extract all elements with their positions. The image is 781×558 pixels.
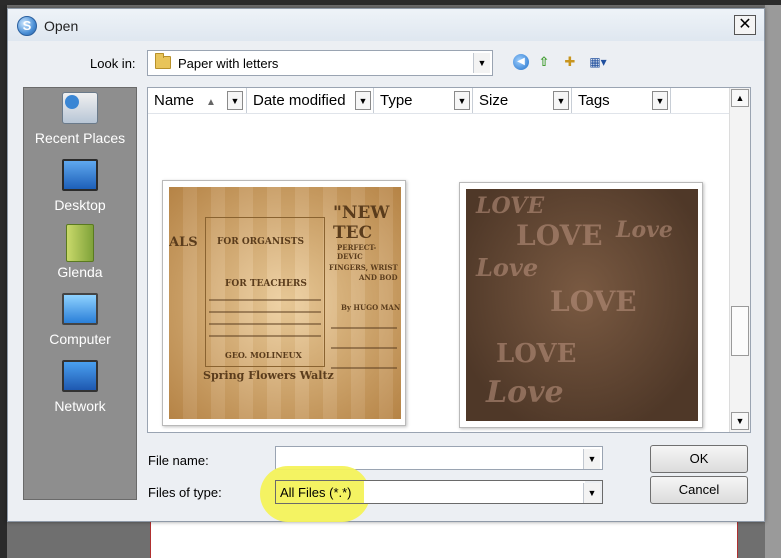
text-line [209, 299, 321, 301]
paper-text: GEO. MOLINEUX [225, 350, 302, 360]
filetype-value: All Files (*.*) [280, 485, 352, 500]
paper-text: FOR ORGANISTS [217, 237, 304, 247]
file-list[interactable]: Name ▲ ▼ Date modified ▼ Type ▼ Size ▼ Ta… [147, 87, 751, 433]
up-folder-icon[interactable]: ⇧ [535, 53, 553, 71]
background-right-strip [765, 5, 781, 558]
lookin-label: Look in: [90, 56, 136, 71]
chevron-down-icon[interactable]: ▼ [652, 91, 668, 110]
cancel-button[interactable]: Cancel [650, 476, 748, 504]
place-computer[interactable]: Computer [24, 293, 136, 355]
column-headers: Name ▲ ▼ Date modified ▼ Type ▼ Size ▼ Ta… [148, 88, 730, 114]
chevron-down-icon[interactable]: ▼ [473, 53, 490, 73]
scroll-up-icon[interactable]: ▲ [731, 89, 749, 107]
text-line [331, 327, 397, 329]
paper-text: "NEW TEC [333, 203, 390, 243]
places-bar: Recent Places Desktop Glenda Computer Ne… [23, 87, 137, 500]
paper-text: FOR TEACHERS [225, 279, 307, 289]
new-folder-icon[interactable]: ✚ [560, 53, 580, 71]
back-icon[interactable]: ◀ [513, 54, 529, 70]
background-document [150, 522, 738, 558]
chevron-down-icon[interactable]: ▼ [355, 91, 371, 110]
title-bar[interactable]: S Open ✕ [8, 9, 764, 41]
network-icon [62, 360, 98, 392]
desktop-icon [62, 159, 98, 191]
close-button[interactable]: ✕ [734, 15, 756, 35]
paper-love-image: LOVE Love LOVE LOVE Love LOVE Love [466, 189, 698, 421]
background-top-strip [0, 0, 781, 5]
paper-text: Love [476, 253, 539, 282]
filetype-label: Files of type: [148, 485, 222, 500]
paper-text: LOVE [516, 219, 603, 252]
file-thumbnail[interactable]: ALS FOR ORGANISTS FOR TEACHERS GEO. MOLI… [162, 180, 406, 426]
lookin-value: Paper with letters [178, 56, 279, 71]
chevron-down-icon[interactable]: ▼ [583, 483, 600, 503]
chevron-down-icon[interactable]: ▼ [454, 91, 470, 110]
dialog-title: Open [44, 18, 79, 34]
paper-text: Love [486, 375, 564, 410]
scroll-down-icon[interactable]: ▼ [731, 412, 749, 430]
user-folder-icon [66, 224, 94, 262]
lookin-dropdown[interactable]: Paper with letters ▼ [147, 50, 493, 76]
app-icon: S [17, 16, 37, 36]
filetype-dropdown[interactable]: All Files (*.*) ▼ [275, 480, 603, 504]
place-label: Computer [49, 331, 111, 347]
place-label: Desktop [54, 197, 106, 213]
filename-label: File name: [148, 453, 209, 468]
computer-icon [62, 293, 98, 325]
place-desktop[interactable]: Desktop [24, 159, 136, 221]
paper-text: ALS [169, 235, 198, 250]
place-recent-places[interactable]: Recent Places [24, 92, 136, 154]
place-label: Network [54, 398, 106, 414]
paper-text: Love [616, 217, 673, 243]
open-dialog: S Open ✕ Look in: Paper with letters ▼ ◀… [7, 8, 765, 522]
text-line [209, 311, 321, 313]
paper-text: LOVE [550, 285, 637, 318]
place-network[interactable]: Network [24, 360, 136, 422]
paper-text: By HUGO MAN [341, 303, 401, 312]
text-line [209, 323, 321, 325]
paper-text: PERFECT-DEVIC [337, 243, 377, 261]
chevron-down-icon[interactable]: ▼ [583, 449, 600, 469]
place-label: Glenda [57, 264, 103, 280]
text-line [331, 347, 397, 349]
chevron-down-icon[interactable]: ▼ [227, 91, 243, 110]
vertical-scrollbar[interactable]: ▲ ▼ [729, 88, 750, 432]
recent-places-icon [62, 92, 98, 124]
paper-text: LOVE [476, 193, 545, 219]
paper-text: LOVE [496, 339, 577, 369]
scroll-thumb[interactable] [731, 306, 749, 356]
place-glenda[interactable]: Glenda [24, 224, 136, 288]
text-line [209, 335, 321, 337]
folder-icon [155, 53, 171, 69]
text-line [331, 367, 397, 369]
paper-text: FINGERS, WRIST [329, 263, 398, 272]
view-menu-icon[interactable]: ▦▾ [584, 53, 612, 71]
background-left-strip [0, 5, 7, 558]
paper-text: AND BOD [359, 273, 398, 282]
sort-ascending-icon: ▲ [206, 97, 216, 108]
chevron-down-icon[interactable]: ▼ [553, 91, 569, 110]
ok-button[interactable]: OK [650, 445, 748, 473]
paper-letters-image: ALS FOR ORGANISTS FOR TEACHERS GEO. MOLI… [169, 187, 401, 419]
file-thumbnail[interactable]: LOVE Love LOVE LOVE Love LOVE Love [459, 182, 703, 428]
place-label: Recent Places [34, 130, 126, 146]
paper-text: Spring Flowers Waltz [203, 369, 334, 382]
